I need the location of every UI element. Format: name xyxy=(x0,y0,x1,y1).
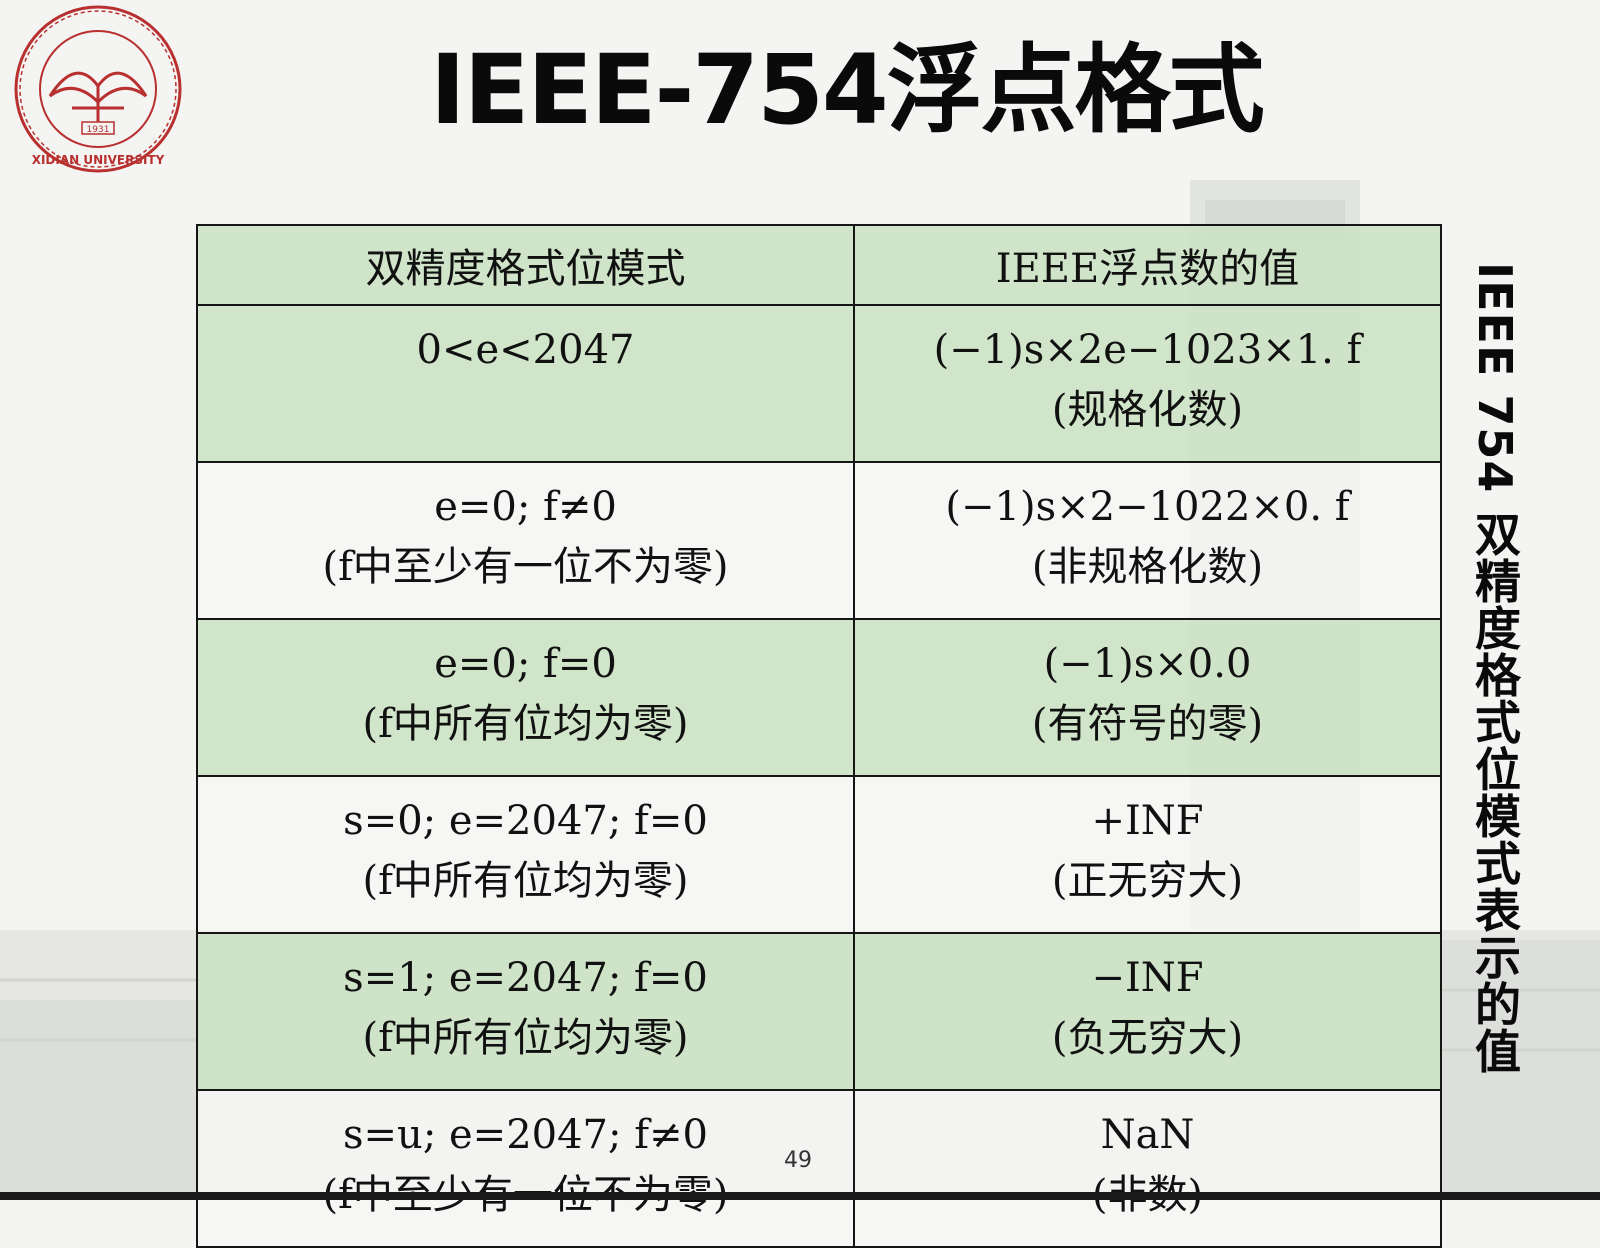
pattern-formula: e=0; f=0 xyxy=(434,641,617,687)
header-float-value: IEEE浮点数的值 xyxy=(853,224,1442,306)
header-bit-pattern: 双精度格式位模式 xyxy=(196,224,855,306)
ieee-754-double-table: 双精度格式位模式 IEEE浮点数的值 0<e<2047 (−1)s×2e−102… xyxy=(196,224,1442,1248)
value-description: (非规格化数) xyxy=(1031,544,1264,590)
bottom-border-bar xyxy=(0,1192,1600,1200)
value-cell: +INF (正无穷大) xyxy=(853,775,1442,934)
pattern-formula: s=1; e=2047; f=0 xyxy=(343,955,708,1001)
pattern-cell: s=1; e=2047; f=0 (f中所有位均为零) xyxy=(196,932,855,1091)
university-seal-logo: 1931 XIDIAN UNIVERSITY xyxy=(14,5,182,173)
pattern-note: (f中至少有一位不为零) xyxy=(322,544,729,590)
pattern-note: (f中所有位均为零) xyxy=(362,701,689,747)
svg-text:XIDIAN UNIVERSITY: XIDIAN UNIVERSITY xyxy=(32,153,165,167)
vertical-side-label: IEEE 754 双精度格式位模式表示的值 xyxy=(1468,262,1522,1075)
value-description: (负无穷大) xyxy=(1051,1015,1244,1061)
value-cell: −INF (负无穷大) xyxy=(853,932,1442,1091)
pattern-cell: s=0; e=2047; f=0 (f中所有位均为零) xyxy=(196,775,855,934)
value-cell: (−1)s×0.0 (有符号的零) xyxy=(853,618,1442,777)
value-formula: −INF xyxy=(1091,955,1204,1001)
pattern-note: (f中所有位均为零) xyxy=(362,858,689,904)
table-row: 0<e<2047 (−1)s×2e−1023×1. f (规格化数) xyxy=(196,304,1442,463)
pattern-cell: s=u; e=2047; f≠0 (f中至少有一位不为零) xyxy=(196,1089,855,1248)
slide-title: IEEE-754浮点格式 xyxy=(430,34,1265,146)
value-description: (正无穷大) xyxy=(1051,858,1244,904)
table-header-row: 双精度格式位模式 IEEE浮点数的值 xyxy=(196,224,1442,306)
value-formula: (−1)s×2−1022×0. f xyxy=(945,484,1350,530)
svg-text:1931: 1931 xyxy=(87,125,110,135)
table-row: s=0; e=2047; f=0 (f中所有位均为零) +INF (正无穷大) xyxy=(196,775,1442,934)
pattern-note: (f中所有位均为零) xyxy=(362,1015,689,1061)
table-row: s=1; e=2047; f=0 (f中所有位均为零) −INF (负无穷大) xyxy=(196,932,1442,1091)
value-formula: (−1)s×2e−1023×1. f xyxy=(933,327,1362,373)
value-formula: NaN xyxy=(1100,1112,1195,1158)
pattern-cell: e=0; f≠0 (f中至少有一位不为零) xyxy=(196,461,855,620)
page-number: 49 xyxy=(784,1148,812,1173)
pattern-cell: 0<e<2047 xyxy=(196,304,855,463)
table-row: e=0; f=0 (f中所有位均为零) (−1)s×0.0 (有符号的零) xyxy=(196,618,1442,777)
value-cell: NaN (非数) xyxy=(853,1089,1442,1248)
value-cell: (−1)s×2−1022×0. f (非规格化数) xyxy=(853,461,1442,620)
value-description: (有符号的零) xyxy=(1031,701,1264,747)
pattern-formula: 0<e<2047 xyxy=(416,327,635,373)
table-row: e=0; f≠0 (f中至少有一位不为零) (−1)s×2−1022×0. f … xyxy=(196,461,1442,620)
pattern-formula: s=u; e=2047; f≠0 xyxy=(343,1112,708,1158)
pattern-cell: e=0; f=0 (f中所有位均为零) xyxy=(196,618,855,777)
table-row: s=u; e=2047; f≠0 (f中至少有一位不为零) NaN (非数) xyxy=(196,1089,1442,1248)
pattern-formula: e=0; f≠0 xyxy=(434,484,617,530)
value-cell: (−1)s×2e−1023×1. f (规格化数) xyxy=(853,304,1442,463)
value-formula: +INF xyxy=(1091,798,1204,844)
value-description: (规格化数) xyxy=(1051,387,1244,433)
value-formula: (−1)s×0.0 xyxy=(1043,641,1252,687)
pattern-formula: s=0; e=2047; f=0 xyxy=(343,798,708,844)
